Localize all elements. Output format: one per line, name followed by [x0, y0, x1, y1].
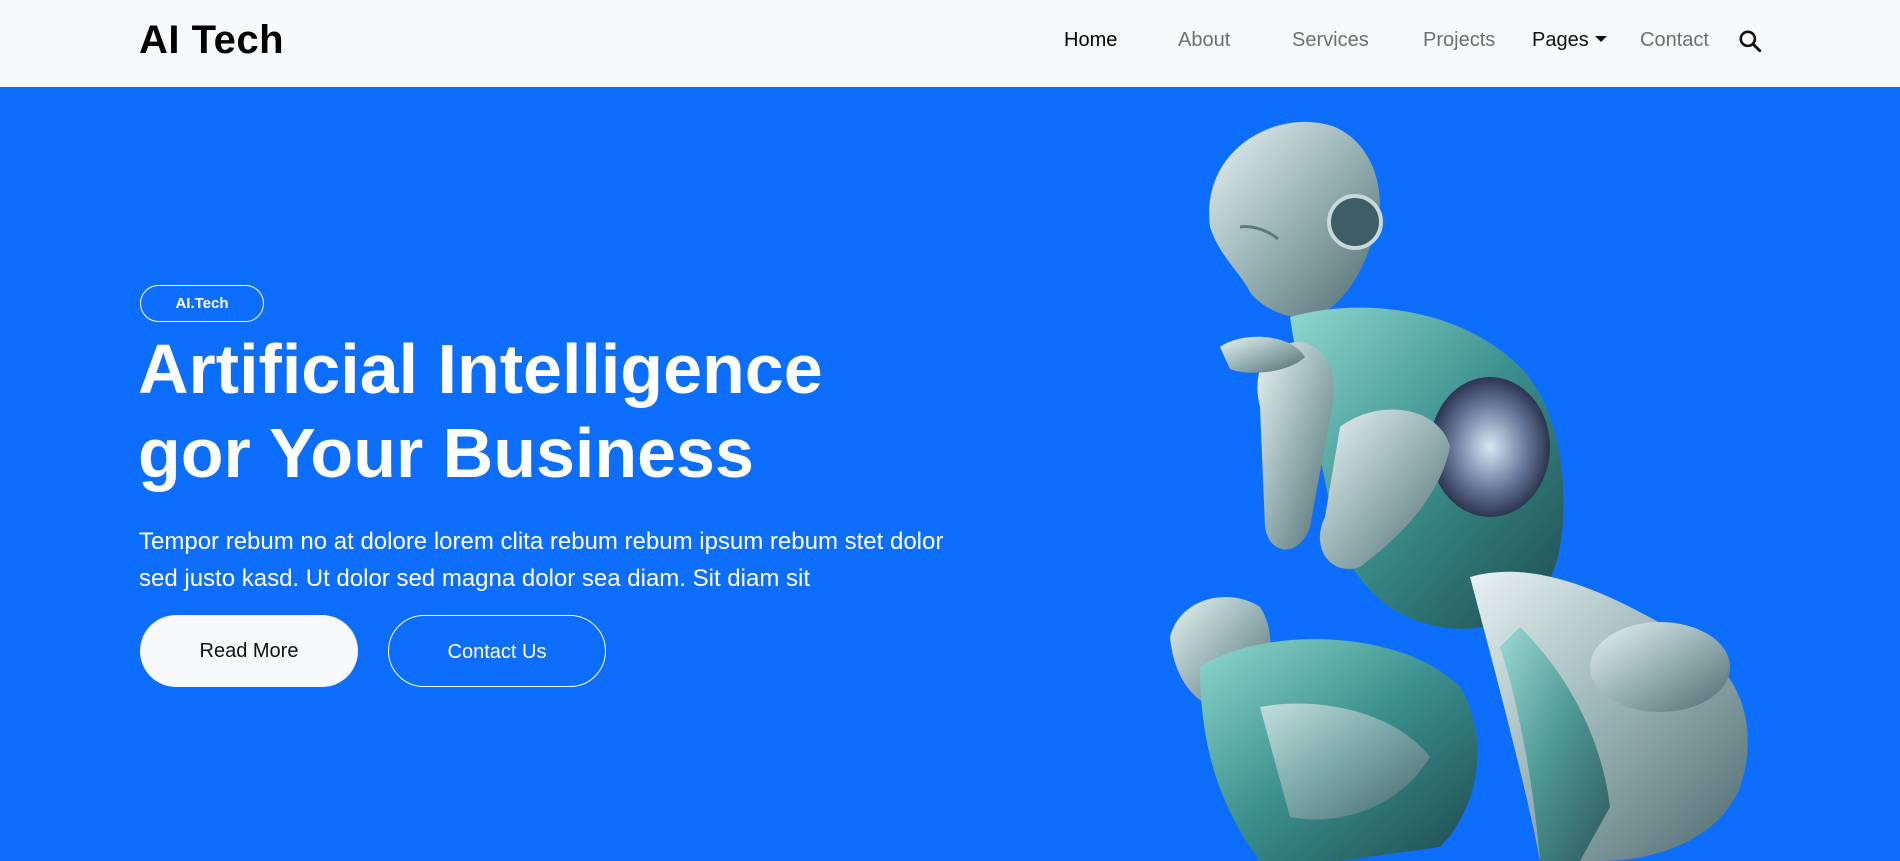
- read-more-button[interactable]: Read More: [140, 615, 358, 687]
- hero-title-line2: gor Your Business: [138, 414, 754, 492]
- nav-pages-dropdown[interactable]: Pages: [1532, 29, 1607, 52]
- navbar: AI Tech Home About Services Projects Pag…: [0, 0, 1900, 87]
- caret-down-icon: [1594, 36, 1607, 42]
- search-icon[interactable]: [1737, 28, 1763, 54]
- hero-description: Tempor rebum no at dolore lorem clita re…: [139, 528, 944, 592]
- nav-services[interactable]: Services: [1292, 29, 1369, 52]
- robot-illustration: [1170, 121, 1748, 861]
- hero-title: Artificial Intelligence gor Your Busines…: [138, 327, 823, 495]
- hero-title-line1: Artificial Intelligence: [138, 330, 823, 408]
- nav-projects[interactable]: Projects: [1423, 29, 1495, 52]
- hero-section: AI.Tech Artificial Intelligence gor Your…: [0, 87, 1900, 861]
- nav-contact[interactable]: Contact: [1640, 29, 1709, 52]
- main-nav: Home About Services Projects Pages Conta…: [0, 0, 1900, 87]
- contact-us-button[interactable]: Contact Us: [388, 615, 606, 687]
- hero-badge: AI.Tech: [140, 285, 264, 322]
- nav-about[interactable]: About: [1178, 29, 1230, 52]
- nav-pages-label: Pages: [1532, 29, 1589, 51]
- nav-home[interactable]: Home: [1064, 29, 1117, 52]
